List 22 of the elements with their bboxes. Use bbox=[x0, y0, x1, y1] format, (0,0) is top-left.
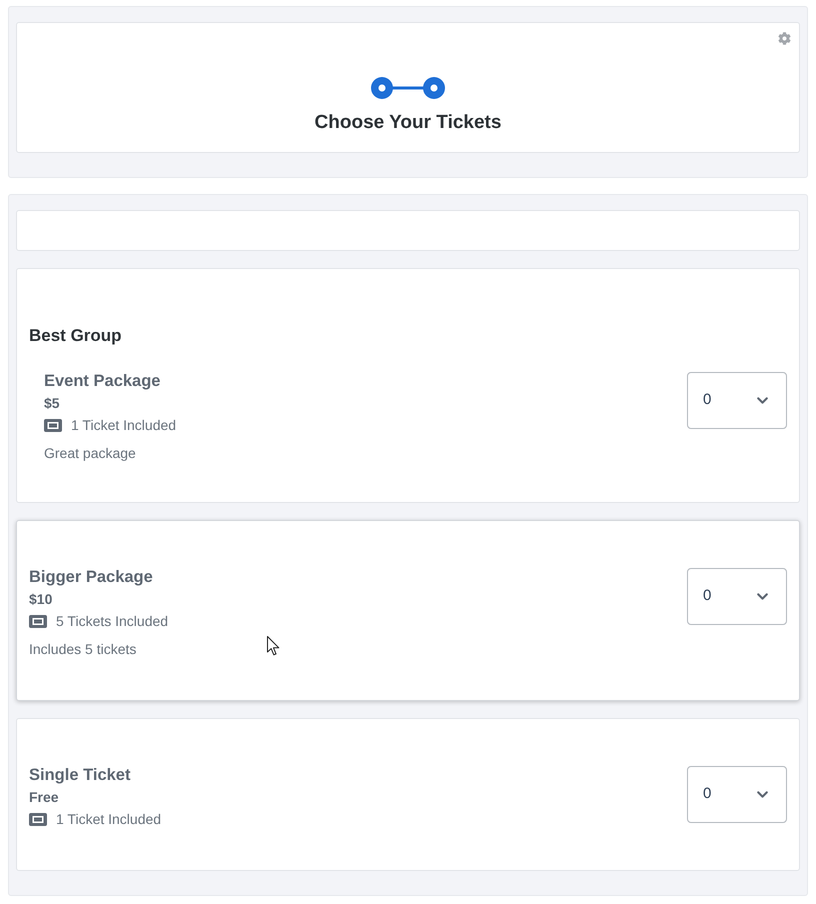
step-indicator-icon bbox=[371, 77, 445, 99]
tickets-included: 5 Tickets Included bbox=[56, 612, 168, 631]
group-title: Best Group bbox=[29, 325, 123, 347]
quantity-select[interactable]: 0 bbox=[687, 568, 787, 625]
page-title: Choose Your Tickets bbox=[314, 111, 502, 135]
settings-icon[interactable] bbox=[778, 32, 791, 45]
package-name: Bigger Package bbox=[29, 567, 154, 588]
ticket-icon bbox=[29, 614, 47, 628]
mouse-pointer-icon bbox=[267, 636, 280, 656]
package-price: Free bbox=[29, 788, 60, 807]
ticket-icon bbox=[29, 812, 47, 826]
tickets-included: 1 Ticket Included bbox=[56, 810, 162, 829]
package-description: Great package bbox=[44, 444, 137, 463]
package-price: $10 bbox=[29, 590, 54, 609]
ticket-icon bbox=[44, 418, 62, 432]
quantity-select[interactable]: 0 bbox=[687, 766, 787, 823]
package-price: $5 bbox=[44, 394, 61, 413]
package-name: Single Ticket bbox=[29, 765, 132, 786]
tickets-included: 1 Ticket Included bbox=[71, 416, 176, 435]
package-name: Event Package bbox=[44, 371, 162, 392]
package-description: Includes 5 tickets bbox=[29, 640, 138, 659]
quantity-select[interactable]: 0 bbox=[687, 372, 787, 429]
